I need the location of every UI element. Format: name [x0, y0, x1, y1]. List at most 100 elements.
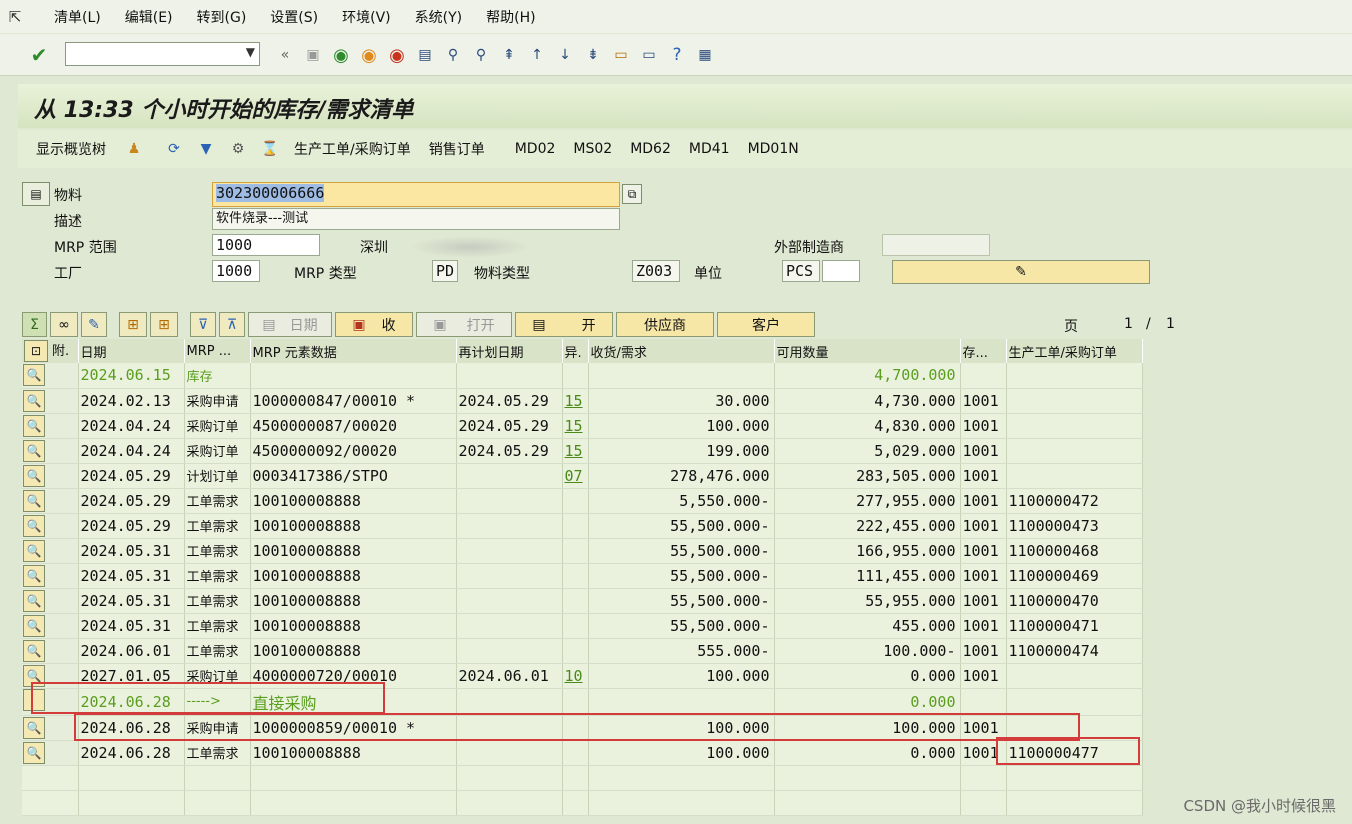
collapse-icon[interactable]: ⊽: [190, 312, 216, 337]
md01n-button[interactable]: MD01N: [748, 141, 799, 157]
print-icon[interactable]: ▤: [414, 44, 436, 66]
customer-button[interactable]: 客户: [717, 312, 815, 337]
command-field[interactable]: ▼: [65, 42, 260, 66]
md62-button[interactable]: MD62: [630, 141, 671, 157]
cell-exc[interactable]: 15: [562, 438, 589, 464]
row-detail-icon[interactable]: 🔍: [23, 414, 45, 437]
edit-button[interactable]: ✎: [892, 260, 1150, 284]
menu-edit[interactable]: 编辑(E): [125, 7, 173, 27]
find-icon[interactable]: ⚲: [442, 44, 464, 66]
chevron-down-icon[interactable]: ▼: [246, 45, 255, 59]
row-detail-icon[interactable]: 🔍: [23, 716, 45, 739]
table-row[interactable]: 🔍 2024.04.24 采购订单 4500000087/00020 2024.05.2…: [22, 413, 1143, 439]
select-all-icon[interactable]: ⊡: [24, 340, 48, 363]
table-row[interactable]: 🔍 2024.05.31 工单需求 100100008888 55,500.000- 11…: [22, 563, 1143, 589]
row-detail-icon[interactable]: 🔍: [23, 489, 45, 512]
open2-button[interactable]: ▤ 开: [515, 312, 613, 337]
hierarchy-icon[interactable]: ⊞: [119, 312, 147, 337]
previous-page-icon[interactable]: ↑: [526, 44, 548, 66]
table-row[interactable]: 🔍 2024.05.29 计划订单 0003417386/STPO 07 278,476.…: [22, 463, 1143, 489]
copy-icon[interactable]: ⧉: [622, 184, 642, 204]
header-toggle-icon[interactable]: ▤: [22, 182, 50, 206]
menu-help[interactable]: 帮助(H): [486, 7, 535, 27]
double-chevron-left-icon[interactable]: «: [274, 44, 296, 66]
refresh-icon[interactable]: ⟳: [162, 137, 186, 161]
cell-exc[interactable]: 15: [562, 388, 589, 414]
table-row[interactable]: 🔍 2024.04.24 采购订单 4500000092/00020 2024.05.2…: [22, 438, 1143, 464]
row-detail-icon[interactable]: 🔍: [23, 364, 45, 387]
table-row[interactable]: 🔍 2027.01.05 采购订单 4000000720/00010 2024.06.0…: [22, 663, 1143, 689]
back-icon[interactable]: ◉: [330, 44, 352, 66]
exit-icon[interactable]: ⇱: [0, 8, 30, 26]
first-page-icon[interactable]: ⇞: [498, 44, 520, 66]
prod-order-po-button[interactable]: 生产工单/采购订单: [294, 139, 411, 159]
menu-settings[interactable]: 设置(S): [270, 7, 318, 27]
menu-goto[interactable]: 转到(G): [197, 7, 247, 27]
col-attachment[interactable]: ⊡ 附.: [22, 339, 79, 363]
col-exception[interactable]: 异.: [562, 339, 589, 363]
show-overview-tree-button[interactable]: 显示概览树: [36, 139, 106, 159]
edit-icon[interactable]: ✎: [81, 312, 107, 337]
exit-icon[interactable]: ◉: [358, 44, 380, 66]
new-session-icon[interactable]: ▭: [610, 44, 632, 66]
row-detail-icon[interactable]: 🔍: [23, 514, 45, 537]
settings-icon[interactable]: ⚙: [226, 137, 250, 161]
row-detail-icon[interactable]: 🔍: [23, 389, 45, 412]
row-detail-icon[interactable]: 🔍: [23, 464, 45, 487]
last-page-icon[interactable]: ⇟: [582, 44, 604, 66]
table-row[interactable]: 2024.06.28 -----> 直接采购 0.000: [22, 688, 1143, 716]
unit-extra-field[interactable]: [822, 260, 860, 282]
table-row[interactable]: 🔍 2024.02.13 采购申请 1000000847/00010 * 2024.05…: [22, 388, 1143, 414]
material-input[interactable]: 302300006666: [212, 182, 620, 207]
row-detail-icon[interactable]: 🔍: [23, 539, 45, 562]
shortcut-icon[interactable]: ▭: [638, 44, 660, 66]
col-prod-po[interactable]: 生产工单/采购订单: [1006, 339, 1143, 363]
vendor-button[interactable]: 供应商: [616, 312, 714, 337]
menu-system[interactable]: 系统(Y): [415, 7, 462, 27]
receipt-button[interactable]: ▣ 收: [335, 312, 413, 337]
row-detail-icon[interactable]: 🔍: [23, 589, 45, 612]
table-row[interactable]: 🔍 2024.05.31 工单需求 100100008888 55,500.000- 45…: [22, 613, 1143, 639]
cancel-icon[interactable]: ◉: [386, 44, 408, 66]
filter-icon[interactable]: ▼: [194, 137, 218, 161]
row-detail-icon[interactable]: 🔍: [23, 614, 45, 637]
row-detail-icon[interactable]: 🔍: [23, 664, 45, 687]
table-row[interactable]: 🔍 2024.06.15 库存 4,700.000: [22, 363, 1143, 389]
plant-field[interactable]: 1000: [212, 260, 260, 282]
layout-icon[interactable]: ▦: [694, 44, 716, 66]
row-detail-icon[interactable]: 🔍: [23, 564, 45, 587]
table-row[interactable]: 🔍 2024.05.31 工单需求 100100008888 55,500.000- 16…: [22, 538, 1143, 564]
table-row[interactable]: 🔍 2024.06.01 工单需求 100100008888 555.000- 100.0…: [22, 638, 1143, 664]
mrp-area-field[interactable]: 1000: [212, 234, 320, 256]
find-next-icon[interactable]: ⚲: [470, 44, 492, 66]
open-button[interactable]: ▣ 打开: [416, 312, 512, 337]
table-row[interactable]: 🔍 2024.05.29 工单需求 100100008888 5,550.000- 277…: [22, 488, 1143, 514]
table-row[interactable]: 🔍 2024.06.28 采购申请 1000000859/00010 * 100.000…: [22, 715, 1143, 741]
col-storage[interactable]: 存...: [960, 339, 1007, 363]
menu-list[interactable]: 清单(L): [54, 7, 101, 27]
cell-exc[interactable]: 07: [562, 463, 589, 489]
menu-environment[interactable]: 环境(V): [342, 7, 391, 27]
col-mrp-element[interactable]: MRP ...: [184, 339, 251, 363]
hierarchy-expand-icon[interactable]: ⊞: [150, 312, 178, 337]
col-receipt-requirement[interactable]: 收货/需求: [588, 339, 775, 363]
cell-exc[interactable]: 10: [562, 663, 589, 689]
glasses-icon[interactable]: ∞: [50, 312, 78, 337]
next-page-icon[interactable]: ↓: [554, 44, 576, 66]
sales-order-button[interactable]: 销售订单: [429, 139, 485, 159]
col-available-qty[interactable]: 可用数量: [774, 339, 961, 363]
row-detail-icon[interactable]: 🔍: [23, 639, 45, 662]
col-mrp-element-data[interactable]: MRP 元素数据: [250, 339, 457, 363]
save-icon[interactable]: ▣: [302, 44, 324, 66]
col-reschedule-date[interactable]: 再计划日期: [456, 339, 563, 363]
mrp-person-icon[interactable]: ♟: [122, 137, 146, 161]
md41-button[interactable]: MD41: [689, 141, 730, 157]
ms02-button[interactable]: MS02: [573, 141, 612, 157]
help-icon[interactable]: ?: [666, 44, 688, 66]
table-row[interactable]: 🔍 2024.05.31 工单需求 100100008888 55,500.000- 55…: [22, 588, 1143, 614]
row-detail-icon[interactable]: 🔍: [23, 741, 45, 764]
col-date[interactable]: 日期: [78, 339, 185, 363]
sum-icon[interactable]: Σ: [22, 312, 47, 337]
md02-button[interactable]: MD02: [515, 141, 556, 157]
hourglass-icon[interactable]: ⌛: [258, 137, 282, 161]
